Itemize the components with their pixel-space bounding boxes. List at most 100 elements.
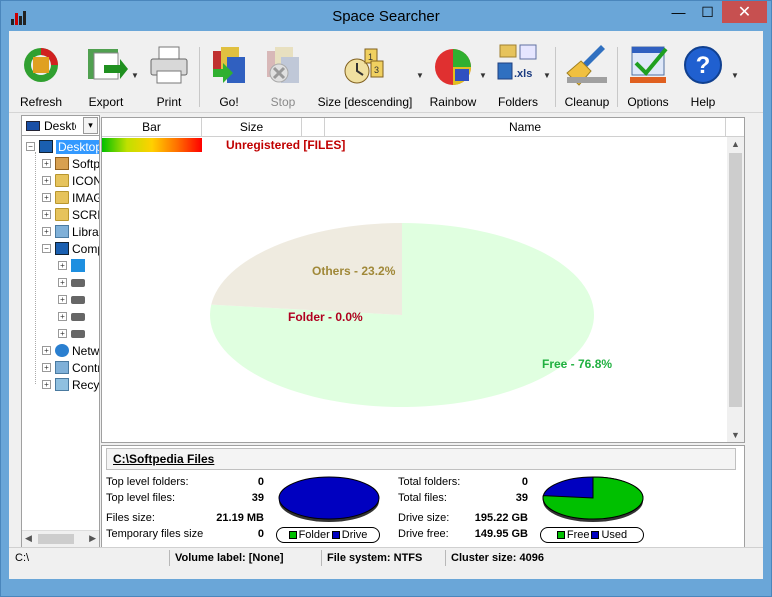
rainbow-button[interactable]: Rainbow bbox=[429, 43, 477, 111]
tree-item-label: Network bbox=[72, 343, 99, 358]
expand-icon[interactable]: + bbox=[42, 193, 51, 202]
expand-icon[interactable]: + bbox=[58, 329, 67, 338]
close-button[interactable]: ✕ bbox=[722, 1, 767, 23]
tree-item-label: Softpedia bbox=[72, 156, 99, 171]
info-path[interactable]: C:\Softpedia Files bbox=[113, 452, 214, 466]
status-bar: C:\ Volume label: [None] File system: NT… bbox=[9, 547, 763, 569]
expand-icon[interactable]: + bbox=[58, 295, 67, 304]
tree-item-label: Libraries bbox=[72, 224, 99, 239]
free-used-pie bbox=[542, 476, 644, 522]
tree-item-label: SCREENSHOTS bbox=[72, 207, 99, 222]
scrollbar-thumb[interactable] bbox=[729, 153, 742, 407]
drive-swatch bbox=[331, 531, 340, 539]
svg-text:?: ? bbox=[696, 52, 711, 79]
folder-tree-panel: Desktop ▾ − Desktop + Softpedia + ICONS + IMAGE… bbox=[21, 115, 100, 548]
tree-item[interactable]: − Computer bbox=[42, 240, 99, 257]
tree-item-label: Computer bbox=[72, 241, 99, 256]
cleanup-button[interactable]: Cleanup bbox=[563, 43, 611, 111]
drive-selector[interactable]: Desktop ▾ bbox=[22, 116, 99, 136]
export-button[interactable]: Export bbox=[82, 43, 130, 111]
size-sort-button[interactable]: 13 Size [descending] bbox=[315, 43, 415, 111]
expand-icon[interactable]: + bbox=[42, 159, 51, 168]
tree-item[interactable]: + Softpedia bbox=[42, 155, 99, 172]
export-icon bbox=[84, 43, 128, 87]
expand-icon[interactable]: + bbox=[58, 312, 67, 321]
folders-dropdown-arrow[interactable]: ▼ bbox=[543, 71, 551, 80]
help-button[interactable]: ? Help bbox=[681, 43, 725, 111]
folders-button[interactable]: .xls Folders bbox=[493, 43, 543, 111]
info-path-bar: C:\Softpedia Files bbox=[106, 448, 736, 470]
toolbar-separator bbox=[617, 47, 618, 107]
go-button[interactable]: Go! bbox=[207, 43, 251, 111]
tree-item[interactable]: + bbox=[58, 325, 88, 342]
view-vertical-scrollbar[interactable]: ▲ ▼ bbox=[727, 137, 744, 442]
status-file-system: File system: NTFS bbox=[327, 552, 423, 564]
status-path: C:\ bbox=[15, 552, 30, 564]
tree-item[interactable]: − Desktop bbox=[26, 138, 99, 155]
print-button[interactable]: Print bbox=[145, 43, 193, 111]
collapse-icon[interactable]: − bbox=[42, 244, 51, 253]
rainbow-dropdown-arrow[interactable]: ▼ bbox=[479, 71, 487, 80]
folder-tree[interactable]: − Desktop + Softpedia + ICONS + IMAGES + SCREENSH… bbox=[22, 138, 99, 526]
xls-badge: .xls bbox=[514, 68, 532, 80]
dropdown-arrow-icon[interactable]: ▾ bbox=[83, 117, 98, 134]
library-icon bbox=[55, 225, 69, 238]
refresh-button[interactable]: Refresh bbox=[17, 43, 65, 111]
folder-drive-legend: Folder Drive bbox=[276, 527, 380, 543]
top-level-files-value: 39 bbox=[251, 492, 264, 504]
export-dropdown-arrow[interactable]: ▼ bbox=[131, 71, 139, 80]
folder-icon bbox=[55, 174, 69, 187]
expand-icon[interactable]: + bbox=[42, 210, 51, 219]
scroll-down-arrow-icon[interactable]: ▼ bbox=[731, 430, 740, 440]
tree-item[interactable]: + Libraries bbox=[42, 223, 99, 240]
tree-item[interactable]: + Recycle Bin bbox=[42, 376, 99, 393]
scroll-right-arrow-icon[interactable]: ▶ bbox=[89, 533, 96, 544]
tree-item[interactable]: + bbox=[58, 274, 88, 291]
expand-icon[interactable]: + bbox=[58, 278, 67, 287]
status-divider bbox=[169, 550, 170, 566]
tree-item[interactable]: + bbox=[58, 308, 88, 325]
title-bar[interactable]: Space Searcher — ☐ ✕ bbox=[1, 1, 771, 31]
options-button[interactable]: Options bbox=[624, 43, 672, 111]
expand-icon[interactable]: + bbox=[42, 227, 51, 236]
status-cluster-size: Cluster size: 4096 bbox=[451, 552, 544, 564]
drive-icon bbox=[71, 295, 85, 304]
drive-size-label: Drive size: bbox=[398, 512, 450, 524]
total-files-value: 39 bbox=[515, 492, 528, 504]
network-icon bbox=[55, 344, 69, 357]
total-folders-label: Total folders: bbox=[398, 476, 461, 488]
tree-horizontal-scrollbar[interactable]: ◀ ▶ bbox=[22, 530, 99, 547]
scroll-up-arrow-icon[interactable]: ▲ bbox=[731, 139, 740, 149]
files-size-value: 21.19 MB bbox=[216, 512, 264, 524]
options-icon bbox=[626, 43, 670, 87]
minimize-button[interactable]: — bbox=[664, 1, 693, 23]
expand-icon[interactable]: + bbox=[42, 176, 51, 185]
status-divider bbox=[445, 550, 446, 566]
size-dropdown-arrow[interactable]: ▼ bbox=[416, 71, 424, 80]
help-dropdown-arrow[interactable]: ▼ bbox=[731, 71, 739, 80]
tree-item[interactable]: + Control Panel bbox=[42, 359, 99, 376]
expand-icon[interactable]: + bbox=[42, 363, 51, 372]
collapse-icon[interactable]: − bbox=[26, 142, 35, 151]
pie-slice-label: Free - 76.8% bbox=[542, 357, 612, 371]
tree-item[interactable]: + Network bbox=[42, 342, 99, 359]
tree-item[interactable]: + SCREENSHOTS bbox=[42, 206, 99, 223]
tree-item[interactable]: + ICONS bbox=[42, 172, 99, 189]
expand-icon[interactable]: + bbox=[42, 380, 51, 389]
scroll-left-arrow-icon[interactable]: ◀ bbox=[25, 533, 32, 544]
tree-item[interactable]: + bbox=[58, 257, 88, 274]
maximize-button[interactable]: ☐ bbox=[693, 1, 722, 23]
scrollbar-thumb[interactable] bbox=[38, 534, 74, 544]
svg-text:3: 3 bbox=[374, 65, 379, 75]
expand-icon[interactable]: + bbox=[58, 261, 67, 270]
stop-button[interactable]: Stop bbox=[261, 43, 305, 111]
used-swatch bbox=[591, 531, 600, 539]
tree-item[interactable]: + IMAGES bbox=[42, 189, 99, 206]
size-distribution-pie: Free - 76.8% Others - 23.2% Folder - 0.0% bbox=[209, 223, 612, 407]
app-window: Space Searcher — ☐ ✕ Refresh Export ▼ Pr… bbox=[0, 0, 772, 597]
total-folders-value: 0 bbox=[521, 476, 528, 488]
folders-xls-icon: .xls bbox=[496, 43, 540, 87]
tree-item[interactable]: + bbox=[58, 291, 88, 308]
expand-icon[interactable]: + bbox=[42, 346, 51, 355]
drive-icon bbox=[71, 329, 85, 338]
